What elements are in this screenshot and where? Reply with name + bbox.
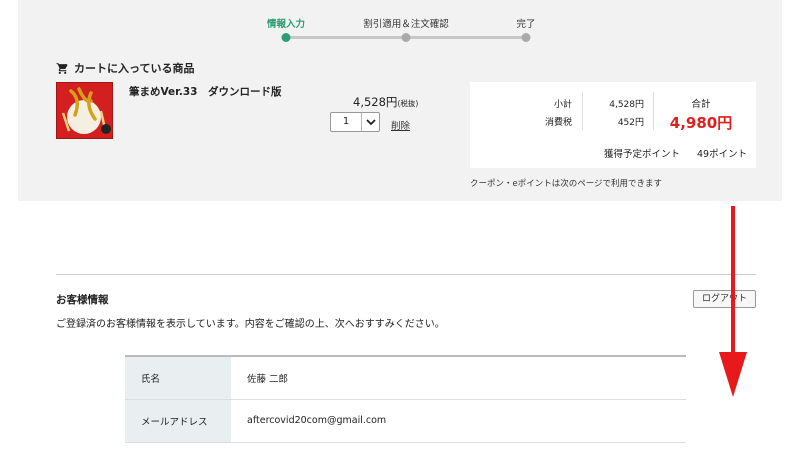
- name-label: 氏名: [125, 356, 231, 399]
- delete-link[interactable]: 削除: [391, 118, 410, 132]
- chevron-down-icon: [362, 113, 379, 131]
- total-value: 4,980円: [669, 114, 733, 132]
- product-price: 4,528円(税抜): [353, 94, 418, 110]
- total-label: 合計: [691, 99, 711, 110]
- product-image[interactable]: [56, 82, 113, 139]
- order-summary: 小計 消費税 4,528円 452円 合計 4,980円 獲得予定ポイント 49…: [470, 82, 756, 168]
- scroll-down-arrow: [731, 206, 735, 356]
- customer-info-table: 氏名 佐藤 二郎 メールアドレス aftercovid20com@gmail.c…: [125, 355, 686, 443]
- product-price-value: 4,528円: [353, 95, 398, 109]
- step-dot-info-input: [281, 33, 291, 42]
- tax-value: 452円: [617, 118, 644, 128]
- summary-values: 4,528円 452円: [588, 96, 644, 132]
- arrow-down-icon: [719, 352, 747, 397]
- price-tax-note: (税抜): [397, 99, 419, 108]
- email-value: aftercovid20com@gmail.com: [247, 415, 387, 426]
- customer-info-title: お客様情報: [56, 294, 109, 306]
- cart-icon: [56, 62, 68, 74]
- step-dot-complete: [521, 33, 531, 42]
- customer-info-description: ご登録済のお客様情報を表示しています。内容をご確認の上、次へおすすみください。: [56, 319, 445, 330]
- cart-heading: カートに入っている商品: [56, 60, 194, 76]
- points-value: 49ポイント: [697, 149, 748, 160]
- product-name[interactable]: 筆まめVer.33 ダウンロード版: [129, 84, 281, 99]
- step-confirm: 割引適用＆注文確認: [363, 19, 449, 30]
- name-value: 佐藤 二郎: [247, 373, 289, 385]
- checkout-steps: 情報入力 割引適用＆注文確認 完了: [0, 0, 800, 45]
- table-row: メールアドレス aftercovid20com@gmail.com: [125, 399, 686, 442]
- cart-heading-label: カートに入っている商品: [74, 62, 195, 75]
- product-box-art: [57, 83, 112, 138]
- summary-divider: [582, 92, 583, 130]
- logout-button[interactable]: ログアウト: [693, 290, 756, 308]
- subtotal-value: 4,528円: [609, 100, 644, 110]
- tax-label: 消費税: [544, 118, 572, 128]
- step-info-input: 情報入力: [266, 19, 306, 30]
- email-label: メールアドレス: [125, 399, 231, 442]
- step-dot-confirm: [401, 33, 411, 42]
- summary-labels: 小計 消費税: [540, 96, 572, 132]
- subtotal-label: 小計: [553, 100, 572, 110]
- step-complete: 完了: [516, 19, 536, 30]
- coupon-note: クーポン・eポイントは次のページで利用できます: [470, 179, 663, 189]
- summary-divider: [653, 92, 654, 130]
- points-label: 獲得予定ポイント: [604, 149, 681, 160]
- section-divider: [56, 274, 756, 275]
- quantity-value: 1: [331, 113, 362, 131]
- table-row: 氏名 佐藤 二郎: [125, 356, 686, 399]
- quantity-select[interactable]: 1: [330, 112, 380, 132]
